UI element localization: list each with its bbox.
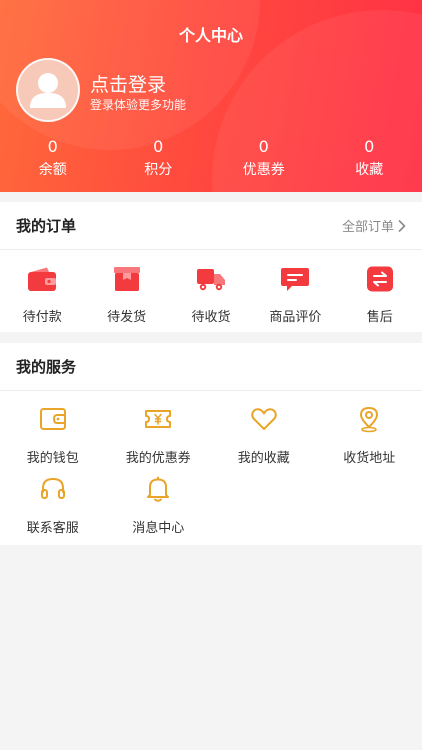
- order-after-sales[interactable]: 售后: [338, 266, 422, 325]
- login-title[interactable]: 点击登录: [90, 70, 166, 97]
- wallet-icon: [39, 408, 66, 430]
- page-title: 个人中心: [178, 26, 243, 45]
- service-label: 收货地址: [343, 451, 396, 466]
- all-orders-link[interactable]: 全部订单: [342, 216, 406, 235]
- order-item-label: 商品评价: [269, 310, 322, 325]
- stat-value: 0: [364, 137, 375, 156]
- bell-icon: [147, 476, 170, 502]
- orders-header: 我的订单 全部订单: [0, 202, 422, 250]
- wallet-icon: [28, 267, 57, 291]
- order-item-label: 待发货: [107, 310, 147, 325]
- order-status-row: 待付款 待发货 待收货 商品评价 售后: [0, 250, 422, 325]
- order-review[interactable]: 商品评价: [253, 266, 337, 325]
- service-label: 我的收藏: [237, 451, 290, 466]
- stat-label: 余额: [38, 162, 67, 178]
- exchange-icon: [366, 266, 393, 292]
- service-messages[interactable]: 消息中心: [106, 475, 212, 545]
- location-icon: [360, 407, 379, 433]
- truck-icon: [196, 269, 225, 291]
- service-wallet[interactable]: 我的钱包: [0, 405, 106, 475]
- stat-value: 0: [258, 137, 269, 156]
- service-coupons[interactable]: 我的优惠券: [106, 405, 212, 475]
- stat-value: 0: [153, 137, 164, 156]
- stat-balance[interactable]: 0 余额: [0, 137, 106, 179]
- service-label: 联系客服: [26, 521, 79, 536]
- avatar[interactable]: [16, 58, 80, 122]
- orders-card: 我的订单 全部订单 待付款 待发货 待收货 商品评价 售后: [0, 202, 422, 332]
- login-subtitle: 登录体验更多功能: [90, 98, 187, 112]
- stat-label: 积分: [144, 162, 173, 178]
- service-favorites[interactable]: 我的收藏: [211, 405, 317, 475]
- stat-favorites[interactable]: 0 收藏: [317, 137, 422, 179]
- service-label: 我的钱包: [26, 451, 79, 466]
- order-pending-payment[interactable]: 待付款: [0, 266, 84, 325]
- all-orders-label: 全部订单: [341, 220, 394, 235]
- profile-header: 个人中心 点击登录 登录体验更多功能 0 余额 0 积分 0 优惠券 0 收藏: [0, 0, 422, 192]
- order-pending-shipment[interactable]: 待发货: [84, 266, 168, 325]
- comment-icon: [281, 268, 310, 291]
- services-card: 我的服务 我的钱包 我的优惠券 我的收藏 收货地址 联系客服 消息中心: [0, 343, 422, 545]
- service-label: 消息中心: [132, 521, 185, 536]
- stat-value: 0: [47, 137, 58, 156]
- chevron-right-icon: [398, 219, 406, 232]
- account-stats: 0 余额 0 积分 0 优惠券 0 收藏: [0, 137, 422, 179]
- headset-icon: [40, 477, 65, 499]
- order-item-label: 待付款: [22, 310, 62, 325]
- user-avatar-icon: [30, 73, 66, 108]
- order-item-label: 售后: [366, 310, 393, 325]
- order-pending-receipt[interactable]: 待收货: [169, 266, 253, 325]
- service-label: 我的优惠券: [125, 451, 191, 466]
- stat-points[interactable]: 0 积分: [106, 137, 212, 179]
- services-grid: 我的钱包 我的优惠券 我的收藏 收货地址 联系客服 消息中心: [0, 391, 422, 545]
- stat-label: 收藏: [355, 162, 384, 178]
- order-item-label: 待收货: [191, 310, 231, 325]
- service-customer-support[interactable]: 联系客服: [0, 475, 106, 545]
- coupon-icon: [145, 410, 172, 428]
- services-title: 我的服务: [16, 358, 77, 376]
- stat-label: 优惠券: [242, 162, 285, 178]
- heart-icon: [250, 408, 277, 430]
- orders-title: 我的订单: [16, 217, 77, 235]
- services-header: 我的服务: [0, 343, 422, 391]
- package-icon: [113, 267, 140, 291]
- service-address[interactable]: 收货地址: [317, 405, 422, 475]
- stat-coupons[interactable]: 0 优惠券: [211, 137, 317, 179]
